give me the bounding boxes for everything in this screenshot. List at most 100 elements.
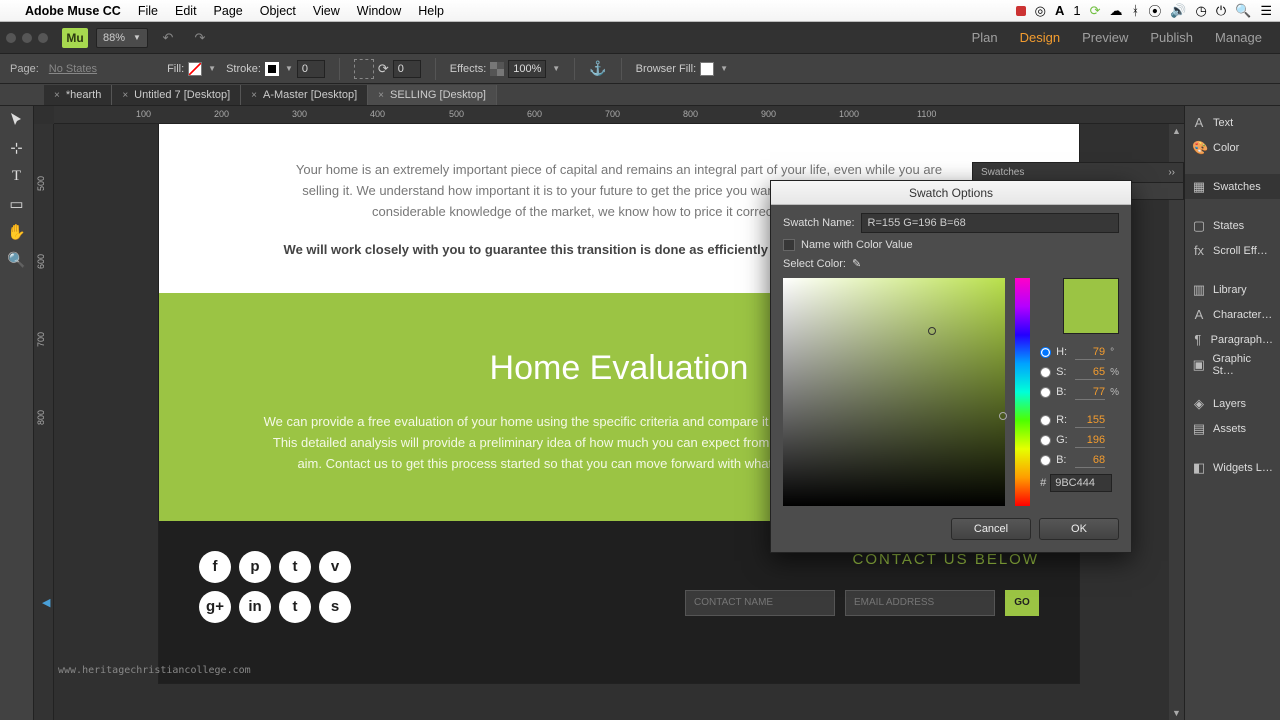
r-input[interactable] (1075, 412, 1105, 428)
rp-character-[interactable]: ACharacter… (1185, 302, 1280, 327)
bluetooth-icon[interactable]: ᚼ (1132, 3, 1140, 18)
zoom-dropdown[interactable]: 88%▼ (96, 28, 148, 48)
scroll-up-icon[interactable]: ▲ (1169, 124, 1184, 138)
hue-slider[interactable] (1015, 278, 1030, 506)
vimeo-icon[interactable]: v (319, 551, 351, 583)
bc-radio[interactable] (1040, 455, 1051, 466)
no-states-link[interactable]: No States (49, 63, 97, 75)
tab-hearth[interactable]: ×*hearth (44, 85, 112, 105)
hand-tool[interactable]: ✋ (4, 220, 30, 244)
switch-icon[interactable]: ⏻ (1216, 3, 1226, 19)
window-controls[interactable] (6, 33, 48, 43)
ws-publish[interactable]: Publish (1150, 30, 1193, 45)
adobe-a-icon[interactable]: A (1055, 3, 1064, 18)
rp-library[interactable]: ▥Library (1185, 277, 1280, 302)
vertical-scrollbar[interactable]: ▲ ▼ (1169, 124, 1184, 720)
clock-icon[interactable]: ◷ (1196, 3, 1207, 19)
menu-icon[interactable]: ☰ (1260, 3, 1272, 19)
pinterest-icon[interactable]: p (239, 551, 271, 583)
anchor-icon[interactable]: ⚓ (589, 60, 606, 77)
app-name[interactable]: Adobe Muse CC (25, 4, 121, 18)
swatch-name-input[interactable] (861, 213, 1119, 233)
b-radio[interactable] (1040, 387, 1051, 398)
tab-amaster[interactable]: ×A-Master [Desktop] (241, 85, 368, 105)
h-input[interactable] (1075, 344, 1105, 360)
search-icon[interactable]: 🔍 (1235, 3, 1251, 19)
rp-swatches[interactable]: ▦Swatches (1185, 174, 1280, 199)
guide-marker[interactable]: ◀ (42, 596, 50, 609)
rp-graphic-st-[interactable]: ▣Graphic St… (1185, 352, 1280, 377)
gplus-icon[interactable]: g+ (199, 591, 231, 623)
sync-icon[interactable]: ⟳ (1090, 3, 1101, 19)
linkedin-icon[interactable]: in (239, 591, 271, 623)
rectangle-tool[interactable]: ▭ (4, 192, 30, 216)
rp-layers[interactable]: ◈Layers (1185, 391, 1280, 416)
h-radio[interactable] (1040, 347, 1051, 358)
opacity-input[interactable]: 100% (508, 60, 546, 78)
s-input[interactable] (1075, 364, 1105, 380)
volume-icon[interactable]: 🔊 (1170, 3, 1186, 19)
eyedropper-icon[interactable]: ✎ (852, 257, 861, 270)
undo-icon[interactable]: ↶ (156, 28, 180, 48)
bc-input[interactable] (1075, 452, 1105, 468)
skype-icon[interactable]: s (319, 591, 351, 623)
menu-object[interactable]: Object (260, 4, 296, 18)
rotate-input[interactable]: 0 (393, 60, 421, 78)
dialog-title[interactable]: Swatch Options (771, 181, 1131, 205)
menu-window[interactable]: Window (357, 4, 401, 18)
redo-icon[interactable]: ↷ (188, 28, 212, 48)
g-radio[interactable] (1040, 435, 1051, 446)
page-label: Page: (10, 63, 39, 75)
ws-preview[interactable]: Preview (1082, 30, 1128, 45)
menu-page[interactable]: Page (214, 4, 243, 18)
effects-swatch[interactable] (490, 62, 504, 76)
name-with-color-checkbox[interactable] (783, 239, 795, 251)
stroke-swatch[interactable] (265, 62, 279, 76)
s-radio[interactable] (1040, 367, 1051, 378)
fill-swatch[interactable] (188, 62, 202, 76)
selection-tool[interactable] (4, 108, 30, 132)
transform-icon[interactable] (354, 59, 374, 79)
go-button[interactable]: GO (1005, 590, 1039, 616)
rp-scroll-eff-[interactable]: fxScroll Eff… (1185, 238, 1280, 263)
tab-selling[interactable]: ×SELLING [Desktop] (368, 85, 497, 105)
contact-name-input[interactable] (685, 590, 835, 616)
crop-tool[interactable]: ⊹ (4, 136, 30, 160)
rp-text[interactable]: AText (1185, 110, 1280, 135)
rp-color[interactable]: 🎨Color (1185, 135, 1280, 160)
browserfill-swatch[interactable] (700, 62, 714, 76)
menu-view[interactable]: View (313, 4, 340, 18)
hex-input[interactable] (1050, 474, 1112, 492)
rp-widgets-l-[interactable]: ◧Widgets L… (1185, 455, 1280, 480)
transform-group: ⟳ 0 (354, 59, 421, 79)
record-icon[interactable] (1016, 6, 1026, 16)
cc-icon[interactable]: ◎ (1035, 3, 1046, 19)
wifi-icon[interactable]: ⦿ (1148, 1, 1161, 20)
g-input[interactable] (1075, 432, 1105, 448)
stroke-weight-input[interactable]: 0 (297, 60, 325, 78)
menu-file[interactable]: File (138, 4, 158, 18)
cancel-button[interactable]: Cancel (951, 518, 1031, 540)
r-radio[interactable] (1040, 415, 1051, 426)
rp-states[interactable]: ▢States (1185, 213, 1280, 238)
zoom-tool[interactable]: 🔍 (4, 248, 30, 272)
scroll-down-icon[interactable]: ▼ (1169, 706, 1184, 720)
ws-manage[interactable]: Manage (1215, 30, 1262, 45)
twitter-icon[interactable]: t (279, 551, 311, 583)
saturation-field[interactable] (783, 278, 1005, 506)
menu-edit[interactable]: Edit (175, 4, 197, 18)
cloud-icon[interactable]: ☁ (1110, 3, 1123, 19)
b-input[interactable] (1075, 384, 1105, 400)
rp-assets[interactable]: ▤Assets (1185, 416, 1280, 441)
tumblr-icon[interactable]: t (279, 591, 311, 623)
facebook-icon[interactable]: f (199, 551, 231, 583)
ws-plan[interactable]: Plan (972, 30, 998, 45)
ok-button[interactable]: OK (1039, 518, 1119, 540)
menu-help[interactable]: Help (418, 4, 444, 18)
email-input[interactable] (845, 590, 995, 616)
rp-paragraph-[interactable]: ¶Paragraph… (1185, 327, 1280, 352)
ws-design[interactable]: Design (1020, 30, 1060, 45)
expand-icon[interactable]: ›› (1168, 167, 1175, 178)
text-tool[interactable]: T (4, 164, 30, 188)
tab-untitled[interactable]: ×Untitled 7 [Desktop] (112, 85, 241, 105)
